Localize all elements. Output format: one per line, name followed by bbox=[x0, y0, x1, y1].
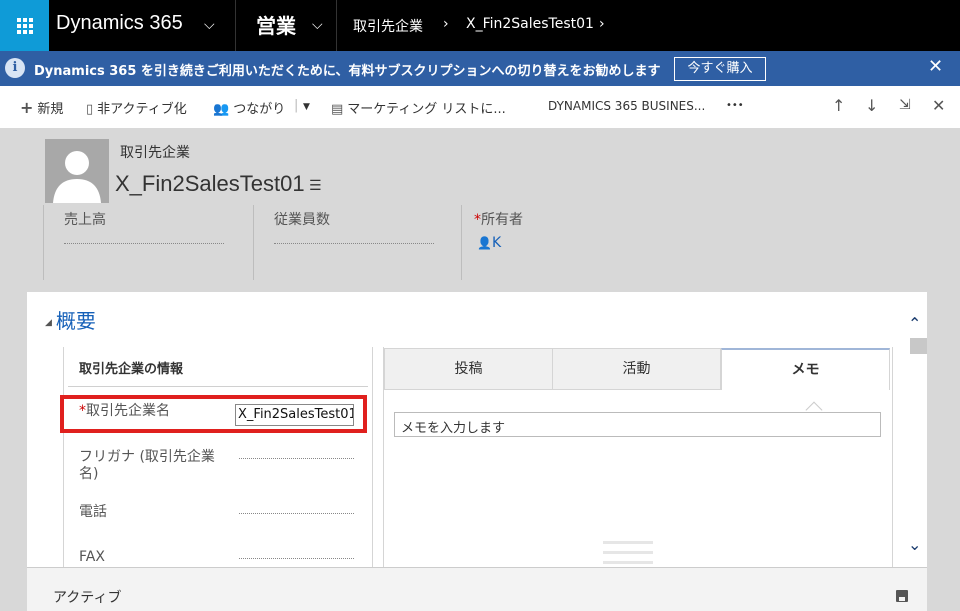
highlight-box bbox=[60, 395, 367, 433]
marketing-list-icon: ▤ bbox=[331, 102, 344, 117]
revenue-value[interactable] bbox=[64, 243, 224, 244]
employees-label: 従業員数 bbox=[274, 212, 330, 228]
entity-label: 取引先企業 bbox=[120, 145, 190, 161]
new-label: 新規 bbox=[37, 102, 64, 117]
scrollbar-thumb[interactable] bbox=[910, 338, 927, 354]
record-title: X_Fin2SalesTest01 bbox=[115, 171, 305, 196]
form-selector-icon[interactable]: ☰ bbox=[309, 178, 322, 194]
banner-message: Dynamics 365 を引き続きご利用いただくために、有料サブスクリプション… bbox=[34, 64, 661, 79]
breadcrumb-chevron-icon[interactable]: › bbox=[599, 16, 605, 32]
phone-input[interactable] bbox=[239, 513, 354, 514]
header-field-owner: *所有者 👤 K bbox=[461, 205, 661, 280]
record-status: アクティブ bbox=[53, 590, 122, 606]
app-launcher-waffle-icon[interactable] bbox=[0, 0, 49, 51]
revenue-label: 売上高 bbox=[64, 212, 106, 228]
close-record-icon[interactable]: ✕ bbox=[932, 96, 945, 115]
note-input[interactable]: メモを入力します bbox=[394, 412, 881, 437]
owner-label: *所有者 bbox=[474, 209, 523, 229]
marketing-list-label: マーケティング リストに... bbox=[347, 102, 506, 117]
area-chevron-down-icon[interactable]: ⌵ bbox=[312, 17, 323, 33]
header-field-revenue: 売上高 bbox=[43, 205, 253, 280]
connect-dropdown-icon[interactable]: ▼ bbox=[303, 102, 310, 112]
new-button[interactable]: + 新規 bbox=[20, 98, 63, 117]
close-banner-icon[interactable]: ✕ bbox=[928, 56, 943, 77]
section-title: 取引先企業の情報 bbox=[79, 362, 184, 377]
section-divider bbox=[68, 386, 368, 387]
more-commands-icon[interactable]: ••• bbox=[726, 100, 744, 111]
summary-tab-title: 概要 bbox=[55, 309, 96, 333]
resize-handle-line bbox=[603, 541, 653, 544]
header-field-employees: 従業員数 bbox=[253, 205, 461, 280]
breadcrumb-entity[interactable]: 取引先企業 bbox=[353, 16, 423, 36]
breadcrumb-separator-icon: › bbox=[443, 16, 449, 32]
d365-business-button[interactable]: DYNAMICS 365 BUSINES... bbox=[548, 99, 705, 113]
nav-divider bbox=[235, 0, 236, 51]
owner-value-link[interactable]: K bbox=[492, 235, 501, 251]
deactivate-label: 非アクティブ化 bbox=[97, 102, 187, 117]
plus-icon: + bbox=[20, 98, 34, 117]
trial-banner: i Dynamics 365 を引き続きご利用いただくために、有料サブスクリプシ… bbox=[0, 51, 960, 86]
top-nav-bar: Dynamics 365 ⌵ 営業 ⌵ 取引先企業 › X_Fin2SalesT… bbox=[0, 0, 960, 51]
user-icon: 👤 bbox=[477, 236, 492, 250]
furigana-input[interactable] bbox=[239, 458, 354, 459]
deactivate-icon: ▯ bbox=[86, 102, 94, 117]
tab-notes[interactable]: メモ bbox=[721, 348, 890, 390]
connect-label: つながり bbox=[233, 102, 286, 117]
save-icon[interactable] bbox=[896, 590, 908, 602]
summary-tab-header[interactable]: ◢ 概要 bbox=[45, 305, 96, 334]
required-marker: * bbox=[474, 212, 481, 228]
fax-input[interactable] bbox=[239, 558, 354, 559]
arrow-up-icon[interactable]: ↑ bbox=[832, 96, 845, 115]
add-to-marketing-list-button[interactable]: ▤ マーケティング リストに... bbox=[331, 98, 506, 117]
command-bar: + 新規 ▯ 非アクティブ化 👥 つながり | ▼ ▤ マーケティング リストに... … bbox=[0, 86, 960, 128]
scroll-down-icon[interactable]: ⌄ bbox=[908, 535, 921, 554]
account-avatar[interactable] bbox=[45, 139, 109, 203]
chevron-down-icon[interactable]: ⌵ bbox=[204, 17, 215, 33]
breadcrumb-record[interactable]: X_Fin2SalesTest01 bbox=[466, 16, 594, 32]
resize-handle-line bbox=[603, 551, 653, 554]
command-divider: | bbox=[294, 98, 299, 113]
scroll-up-icon[interactable]: ⌃ bbox=[908, 314, 921, 333]
fax-label: FAX bbox=[79, 549, 105, 565]
phone-label: 電話 bbox=[79, 504, 107, 520]
tab-posts[interactable]: 投稿 bbox=[384, 348, 553, 390]
people-icon: 👥 bbox=[213, 102, 230, 117]
furigana-label: フリガナ (取引先企業名) bbox=[79, 449, 215, 482]
area-name[interactable]: 営業 bbox=[256, 10, 296, 39]
resize-handle-line bbox=[603, 561, 653, 564]
arrow-down-icon[interactable]: ↓ bbox=[865, 96, 878, 115]
employees-value[interactable] bbox=[274, 243, 434, 244]
app-name[interactable]: Dynamics 365 bbox=[56, 12, 183, 35]
collapse-triangle-icon: ◢ bbox=[45, 317, 52, 328]
form-footer bbox=[27, 567, 927, 611]
social-tabs: 投稿 活動 メモ bbox=[384, 348, 890, 390]
owner-label-text: 所有者 bbox=[481, 212, 523, 228]
person-silhouette-icon bbox=[53, 151, 101, 203]
deactivate-button[interactable]: ▯ 非アクティブ化 bbox=[86, 98, 187, 117]
pop-out-icon[interactable]: ⇲ bbox=[899, 97, 911, 113]
buy-now-button[interactable]: 今すぐ購入 bbox=[674, 57, 766, 81]
tab-activities[interactable]: 活動 bbox=[552, 348, 721, 390]
nav-divider bbox=[336, 0, 337, 51]
connect-button[interactable]: 👥 つながり bbox=[213, 98, 285, 117]
info-icon: i bbox=[5, 58, 25, 78]
